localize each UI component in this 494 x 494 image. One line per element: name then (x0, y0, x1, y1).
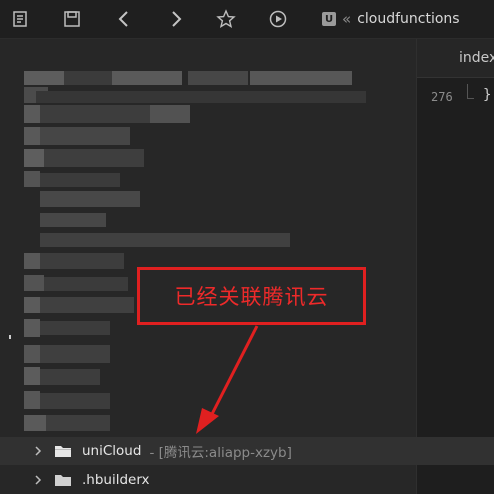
redacted-row (112, 71, 182, 85)
chevron-right-icon[interactable] (32, 446, 44, 456)
tree-item-label: uniCloud (82, 443, 142, 459)
folder-icon (54, 473, 72, 487)
redacted-row (40, 213, 106, 227)
redacted-row (40, 297, 134, 313)
redacted-row (24, 319, 40, 337)
redacted-row (40, 321, 110, 335)
redacted-row (40, 393, 110, 409)
tab-label: index (459, 50, 494, 66)
forward-icon[interactable] (164, 7, 188, 31)
redacted-row (24, 391, 40, 409)
app-icon: U (322, 12, 336, 26)
folder-icon (54, 444, 72, 458)
redacted-row (150, 105, 190, 123)
redacted-row (24, 415, 46, 431)
tree-item-unicloud[interactable]: uniCloud - [腾讯云:aliapp-xzyb] (0, 437, 494, 465)
redacted-row (44, 149, 144, 167)
redacted-row (24, 149, 44, 167)
redacted-row (40, 173, 120, 187)
tree-indent-marker (9, 335, 11, 339)
redacted-row (46, 415, 110, 431)
annotation-text: 已经关联腾讯云 (174, 285, 329, 309)
redacted-row (250, 71, 352, 85)
redacted-row (40, 369, 100, 385)
line-number: 276 (431, 90, 453, 104)
tree-item-hbuilderx[interactable]: .hbuilderx (0, 466, 494, 494)
redacted-row (40, 253, 124, 269)
redacted-row (24, 297, 40, 313)
tab-index[interactable]: index (417, 39, 494, 78)
tree-item-cloud-binding: - [腾讯云:aliapp-xzyb] (149, 445, 292, 461)
redacted-row (64, 71, 112, 85)
save-icon[interactable] (60, 7, 84, 31)
back-icon[interactable] (112, 7, 136, 31)
redacted-row (36, 91, 366, 103)
redacted-row (40, 127, 130, 145)
code-editor[interactable]: index 276 } (416, 39, 494, 494)
redacted-row (24, 105, 40, 123)
tree-item-label: .hbuilderx (82, 472, 150, 488)
redacted-row (44, 277, 128, 291)
redacted-row (188, 71, 248, 85)
breadcrumb-separator: « (342, 10, 352, 28)
redacted-row (40, 345, 110, 363)
redacted-row (24, 71, 64, 85)
redacted-row (40, 191, 140, 207)
run-icon[interactable] (266, 7, 290, 31)
new-file-icon[interactable] (8, 7, 32, 31)
redacted-row (40, 233, 290, 247)
redacted-row (24, 253, 40, 269)
code-line: } (483, 87, 492, 103)
fold-guide (467, 84, 474, 99)
redacted-row (24, 275, 44, 291)
star-icon[interactable] (214, 7, 238, 31)
chevron-right-icon[interactable] (32, 475, 44, 485)
redacted-row (24, 367, 40, 385)
redacted-row (24, 345, 40, 363)
redacted-row (24, 127, 40, 145)
breadcrumb-path[interactable]: cloudfunctions (357, 11, 459, 27)
toolbar: U « cloudfunctions (0, 0, 494, 39)
breadcrumb[interactable]: U « cloudfunctions (322, 8, 460, 30)
redacted-row (24, 171, 40, 187)
annotation-box: 已经关联腾讯云 (137, 267, 366, 325)
